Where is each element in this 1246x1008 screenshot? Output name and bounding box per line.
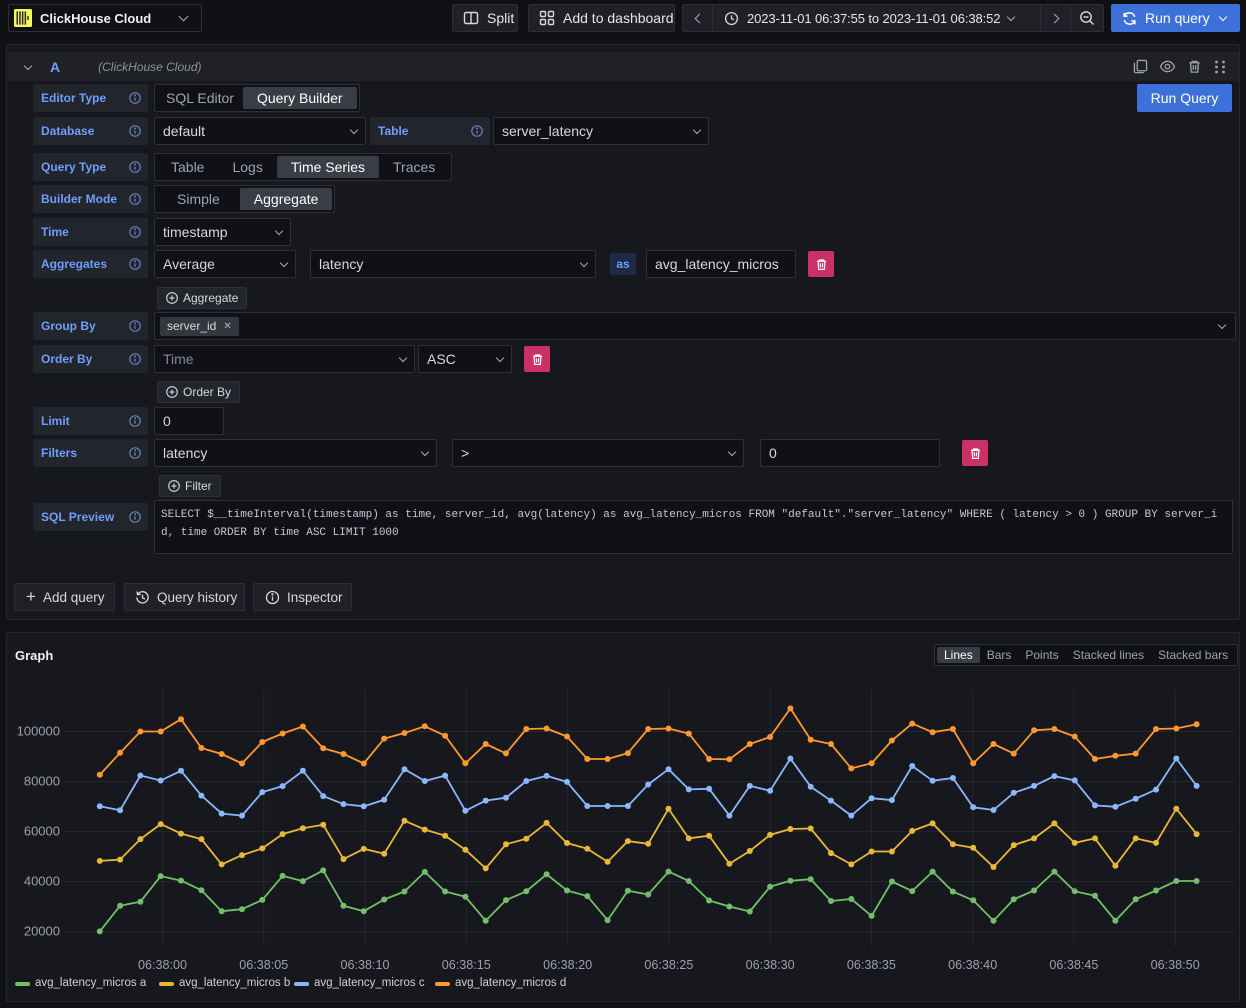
- svg-text:06:38:25: 06:38:25: [644, 958, 693, 972]
- svg-text:06:38:20: 06:38:20: [543, 958, 592, 972]
- svg-text:20000: 20000: [24, 924, 60, 939]
- svg-text:06:38:45: 06:38:45: [1049, 958, 1098, 972]
- svg-text:06:38:15: 06:38:15: [442, 958, 491, 972]
- svg-text:40000: 40000: [24, 874, 60, 889]
- svg-text:06:38:40: 06:38:40: [948, 958, 997, 972]
- svg-text:80000: 80000: [24, 774, 60, 789]
- svg-text:06:38:10: 06:38:10: [340, 958, 389, 972]
- svg-text:06:38:05: 06:38:05: [239, 958, 288, 972]
- svg-text:06:38:35: 06:38:35: [847, 958, 896, 972]
- svg-text:06:38:00: 06:38:00: [138, 958, 187, 972]
- svg-text:100000: 100000: [17, 724, 60, 739]
- svg-text:06:38:50: 06:38:50: [1151, 958, 1200, 972]
- svg-text:60000: 60000: [24, 824, 60, 839]
- svg-text:06:38:30: 06:38:30: [746, 958, 795, 972]
